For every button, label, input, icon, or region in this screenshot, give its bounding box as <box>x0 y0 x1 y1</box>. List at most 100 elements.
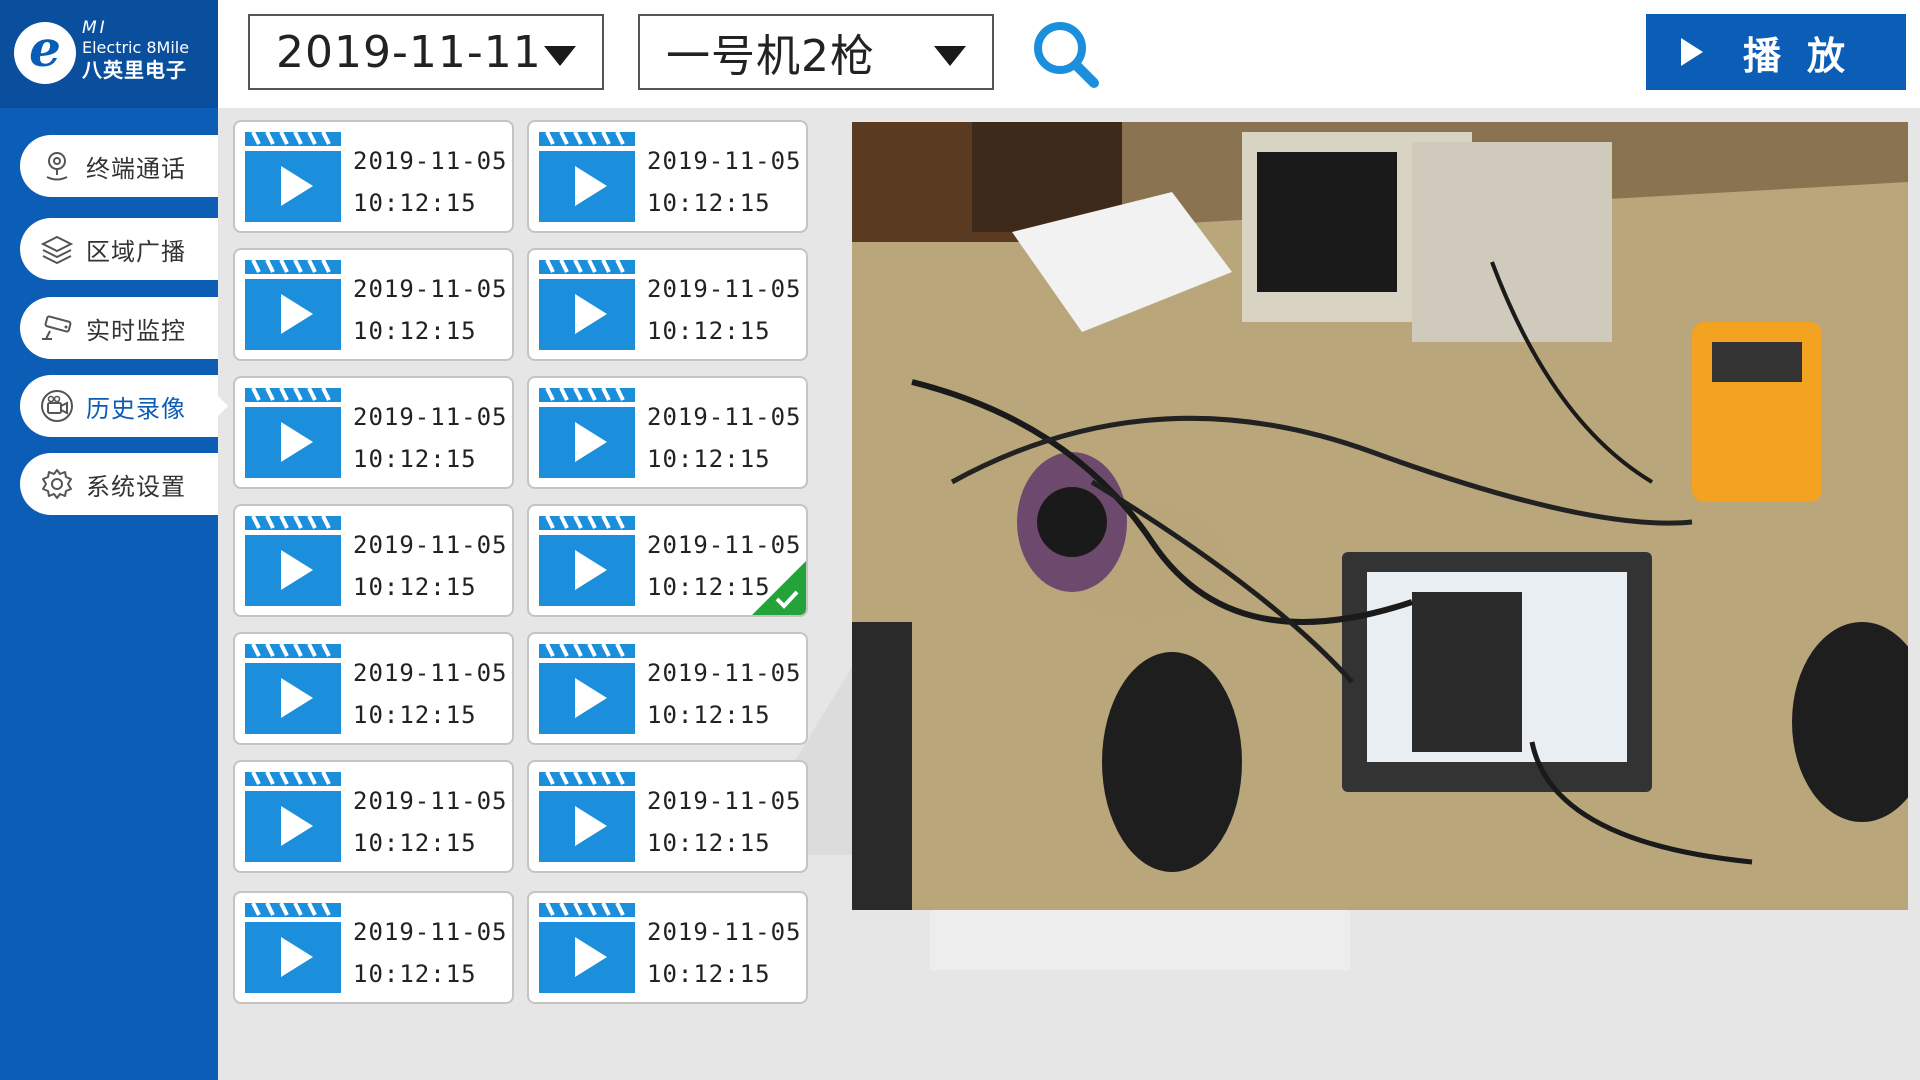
video-clip-icon <box>539 903 635 993</box>
video-date: 2019-11-05 <box>353 403 508 431</box>
video-time: 10:12:15 <box>647 829 771 857</box>
video-time: 10:12:15 <box>353 573 477 601</box>
sidebar-item-live-monitor[interactable]: 实时监控 <box>20 297 218 359</box>
video-list-item[interactable]: 2019-11-05 10:12:15 <box>527 504 808 617</box>
video-list-item[interactable]: 2019-11-05 10:12:15 <box>233 760 514 873</box>
logo-line-chinese: 八英里电子 <box>82 58 187 82</box>
video-date: 2019-11-05 <box>647 918 802 946</box>
checkmark-icon <box>775 590 799 609</box>
video-timestamp: 2019-11-05 10:12:15 <box>647 911 802 995</box>
sidebar: e MI Electric 8Mile 八英里电子 终端通话 区域广播 实时监控… <box>0 0 228 1080</box>
video-date: 2019-11-05 <box>353 531 508 559</box>
video-list-item[interactable]: 2019-11-05 10:12:15 <box>233 632 514 745</box>
video-timestamp: 2019-11-05 10:12:15 <box>353 911 508 995</box>
preview-image <box>852 122 1908 910</box>
video-list-item[interactable]: 2019-11-05 10:12:15 <box>233 248 514 361</box>
video-time: 10:12:15 <box>353 829 477 857</box>
video-time: 10:12:15 <box>353 189 477 217</box>
video-clip-icon <box>245 132 341 222</box>
video-time: 10:12:15 <box>647 445 771 473</box>
video-timestamp: 2019-11-05 10:12:15 <box>353 780 508 864</box>
sidebar-item-system-settings[interactable]: 系统设置 <box>20 453 218 515</box>
video-timestamp: 2019-11-05 10:12:15 <box>353 396 508 480</box>
video-clip-icon <box>539 260 635 350</box>
video-list-item[interactable]: 2019-11-05 10:12:15 <box>233 504 514 617</box>
logo-line-mi: MI <box>82 18 108 38</box>
sidebar-item-terminal-call[interactable]: 终端通话 <box>20 135 218 197</box>
video-list-item[interactable]: 2019-11-05 10:12:15 <box>527 248 808 361</box>
video-date: 2019-11-05 <box>647 147 802 175</box>
video-clip-icon <box>539 772 635 862</box>
video-list-item[interactable]: 2019-11-05 10:12:15 <box>233 891 514 1004</box>
video-list-item[interactable]: 2019-11-05 10:12:15 <box>527 120 808 233</box>
date-dropdown-value: 2019-11-11 <box>276 26 542 78</box>
video-date: 2019-11-05 <box>353 147 508 175</box>
video-timestamp: 2019-11-05 10:12:15 <box>353 268 508 352</box>
sidebar-item-label: 区域广播 <box>86 237 186 266</box>
video-preview <box>852 122 1908 910</box>
video-clip-icon <box>539 644 635 734</box>
video-date: 2019-11-05 <box>353 659 508 687</box>
video-timestamp: 2019-11-05 10:12:15 <box>647 140 802 224</box>
video-time: 10:12:15 <box>353 701 477 729</box>
sidebar-item-label: 历史录像 <box>86 394 186 423</box>
video-list-item[interactable]: 2019-11-05 10:12:15 <box>527 760 808 873</box>
logo-mark: e <box>14 22 76 84</box>
video-list-item[interactable]: 2019-11-05 10:12:15 <box>527 632 808 745</box>
video-clip-icon <box>245 903 341 993</box>
play-button-label: 播放 <box>1742 33 1871 78</box>
brand-logo: e MI Electric 8Mile 八英里电子 <box>0 0 218 108</box>
video-list-item[interactable]: 2019-11-05 10:12:15 <box>527 376 808 489</box>
sidebar-item-history-recording[interactable]: 历史录像 <box>20 375 228 437</box>
video-timestamp: 2019-11-05 10:12:15 <box>647 396 802 480</box>
video-timestamp: 2019-11-05 10:12:15 <box>353 140 508 224</box>
video-time: 10:12:15 <box>647 317 771 345</box>
video-time: 10:12:15 <box>647 701 771 729</box>
chevron-down-icon <box>934 46 966 66</box>
video-time: 10:12:15 <box>353 317 477 345</box>
top-toolbar: 2019-11-11 一号机2枪 播放 <box>218 0 1920 108</box>
video-clip-icon <box>245 516 341 606</box>
date-dropdown[interactable]: 2019-11-11 <box>248 14 604 90</box>
logo-line-english: Electric 8Mile <box>82 38 190 57</box>
video-time: 10:12:15 <box>353 960 477 988</box>
video-list-item[interactable]: 2019-11-05 10:12:15 <box>527 891 808 1004</box>
video-clip-icon <box>539 132 635 222</box>
video-timestamp: 2019-11-05 10:12:15 <box>647 652 802 736</box>
video-clip-icon <box>539 516 635 606</box>
video-timestamp: 2019-11-05 10:12:15 <box>353 524 508 608</box>
video-clip-icon <box>245 388 341 478</box>
video-timestamp: 2019-11-05 10:12:15 <box>353 652 508 736</box>
play-icon <box>1680 38 1703 66</box>
sidebar-item-label: 实时监控 <box>86 316 186 345</box>
video-camera-icon <box>40 389 74 423</box>
video-clip-icon <box>245 260 341 350</box>
video-date: 2019-11-05 <box>647 531 802 559</box>
video-date: 2019-11-05 <box>647 787 802 815</box>
sidebar-item-area-broadcast[interactable]: 区域广播 <box>20 218 218 280</box>
video-clip-icon <box>245 644 341 734</box>
video-date: 2019-11-05 <box>647 659 802 687</box>
play-button[interactable]: 播放 <box>1646 14 1906 90</box>
device-dropdown-value: 一号机2枪 <box>666 31 875 82</box>
device-dropdown[interactable]: 一号机2枪 <box>638 14 994 90</box>
search-button[interactable] <box>1030 20 1102 88</box>
video-clip-icon <box>539 388 635 478</box>
video-time: 10:12:15 <box>353 445 477 473</box>
video-date: 2019-11-05 <box>353 918 508 946</box>
video-date: 2019-11-05 <box>647 403 802 431</box>
sidebar-item-label: 系统设置 <box>86 472 186 501</box>
sidebar-item-label: 终端通话 <box>86 154 186 183</box>
cctv-camera-icon <box>40 311 74 345</box>
video-clip-icon <box>245 772 341 862</box>
video-time: 10:12:15 <box>647 960 771 988</box>
video-timestamp: 2019-11-05 10:12:15 <box>647 268 802 352</box>
gear-icon <box>40 467 74 501</box>
logo-letter: e <box>29 19 61 78</box>
video-date: 2019-11-05 <box>647 275 802 303</box>
video-list-item[interactable]: 2019-11-05 10:12:15 <box>233 376 514 489</box>
map-pin-icon <box>40 149 74 183</box>
video-list-item[interactable]: 2019-11-05 10:12:15 <box>233 120 514 233</box>
video-time: 10:12:15 <box>647 189 771 217</box>
chevron-down-icon <box>544 46 576 66</box>
